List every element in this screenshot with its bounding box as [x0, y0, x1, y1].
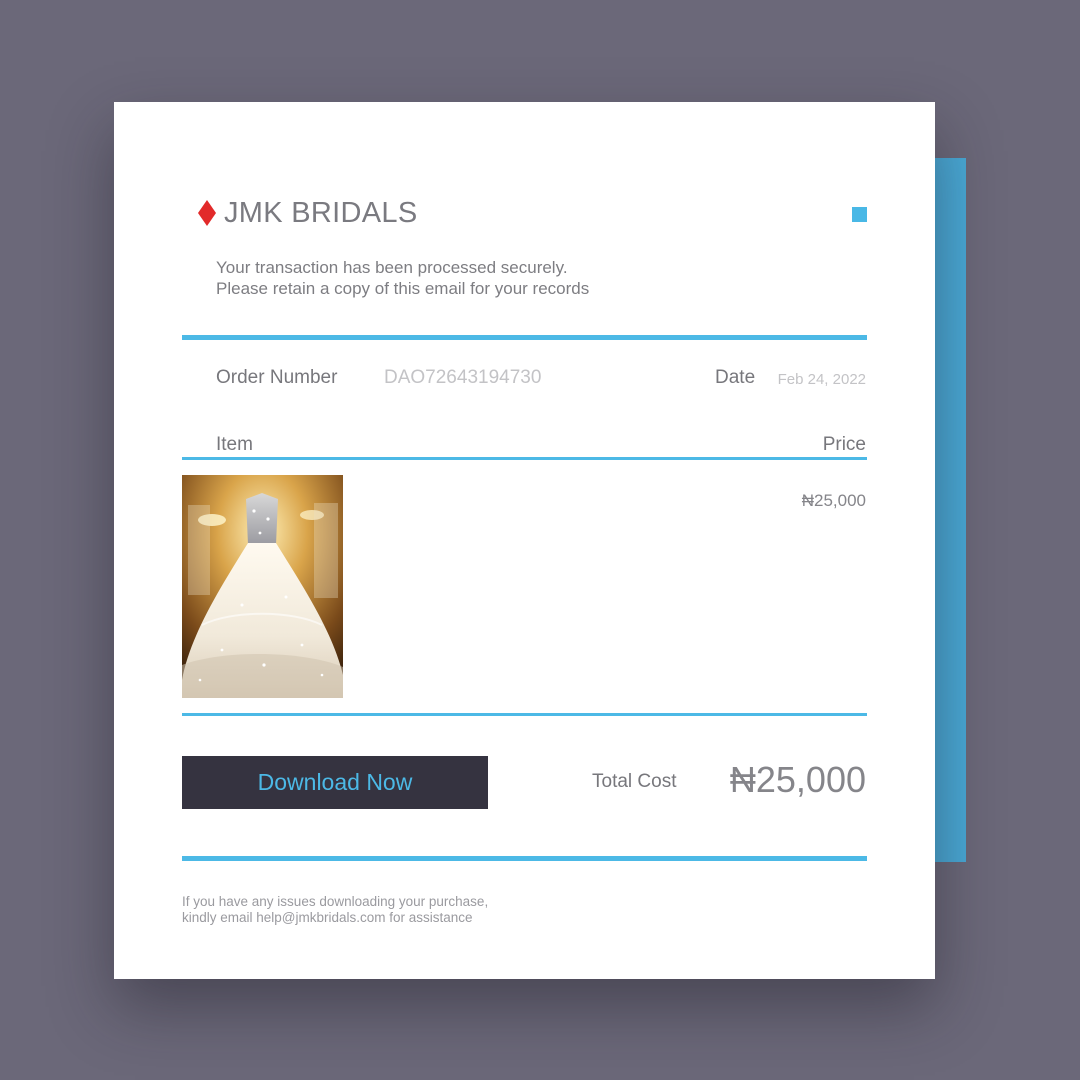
order-number-label: Order Number — [216, 367, 338, 388]
date-label: Date — [715, 367, 756, 388]
item-price: ₦25,000 — [801, 491, 866, 510]
divider-items — [182, 713, 867, 716]
price-column-header: Price — [822, 434, 866, 455]
item-column-header: Item — [216, 434, 253, 455]
accent-side-panel — [935, 158, 966, 862]
support-note-line-2: kindly email help@jmkbridals.com for ass… — [182, 910, 473, 925]
wedding-dress-photo — [182, 475, 343, 698]
page: JMK BRIDALS Your transaction has been pr… — [0, 0, 1080, 1080]
message-line-2: Please retain a copy of this email for y… — [216, 279, 590, 298]
brand-name: JMK BRIDALS — [224, 197, 418, 229]
receipt-card: JMK BRIDALS Your transaction has been pr… — [114, 102, 935, 979]
divider-header — [182, 457, 867, 460]
message-line-1: Your transaction has been processed secu… — [216, 258, 568, 277]
total-cost-value: ₦25,000 — [729, 759, 866, 800]
total-cost-label: Total Cost — [592, 771, 677, 792]
download-now-button[interactable]: Download Now — [182, 756, 488, 809]
diamond-icon — [198, 200, 216, 226]
order-number-value: DAO72643194730 — [384, 367, 542, 388]
divider-top — [182, 335, 867, 340]
confirmation-message: Your transaction has been processed secu… — [216, 257, 589, 299]
divider-bottom — [182, 856, 867, 861]
corner-square-icon — [852, 207, 867, 222]
date-value: Feb 24, 2022 — [777, 371, 866, 388]
support-note-line-1: If you have any issues downloading your … — [182, 894, 489, 909]
support-note: If you have any issues downloading your … — [182, 894, 488, 926]
